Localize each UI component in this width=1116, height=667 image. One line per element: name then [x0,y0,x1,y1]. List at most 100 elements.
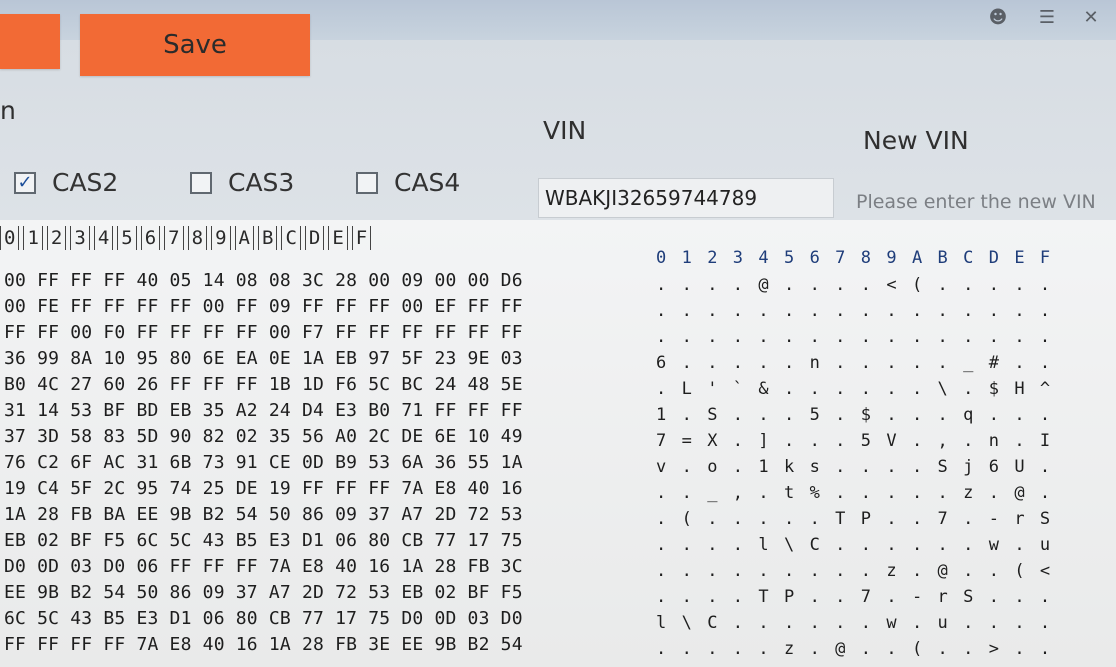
ascii-char: . [886,405,897,425]
ascii-char: . [963,561,974,581]
ascii-char: T [835,509,846,529]
ascii-column-header: D [988,248,999,268]
ascii-char: . [860,613,871,633]
checkbox-cas4[interactable]: CAS4 [356,168,460,197]
ascii-char: C [707,613,718,633]
ascii-row[interactable]: v. o. 1ks.... Sj6U. [656,454,1066,480]
checkbox-label: CAS4 [394,168,461,197]
hex-row[interactable]: 1A 28 FB BA EE 9B B2 54 50 86 09 37 A7 2… [4,502,523,528]
checkbox-cas2[interactable]: ✓ CAS2 [14,168,118,197]
ascii-column-header: 5 [783,248,795,268]
hex-row[interactable]: 36 99 8A 10 95 80 6E EA 0E 1A EB 97 5F 2… [4,346,523,372]
hex-row[interactable]: 6C 5C 43 B5 E3 D1 06 80 CB 77 17 75 D0 0… [4,606,523,632]
close-icon[interactable]: ✕ [1080,6,1102,28]
checkbox-checked-icon[interactable]: ✓ [14,171,36,194]
ascii-char: . [963,535,974,555]
ascii-char: z [886,561,897,581]
ascii-char: . [1039,457,1051,477]
action-button[interactable] [0,14,60,69]
ascii-row[interactable]: 1. S... 5. $... q... [656,402,1066,428]
vin-field[interactable] [538,178,834,218]
ascii-column-header: 3 [732,248,744,268]
hex-row[interactable]: 00 FF FF FF 40 05 14 08 08 3C 28 00 09 0… [4,268,523,294]
ascii-char: z [963,483,974,503]
ascii-char: S [1039,509,1051,529]
ascii-row[interactable]: 7 = X.]... 5 V.,. n. I [656,428,1066,454]
ascii-char: n [809,353,820,373]
ascii-column-header: 6 [809,248,820,268]
ascii-char: . [681,587,692,607]
ascii-char: S [937,457,948,477]
save-button[interactable]: Save [80,14,310,76]
hex-column-header: 9 [211,226,231,250]
ascii-char: . [886,457,897,477]
ascii-row[interactable]: ................ [656,324,1066,350]
checkbox-unchecked-icon[interactable] [190,171,212,194]
checkbox-cas3[interactable]: CAS3 [190,168,294,197]
ascii-row[interactable]: l \ C...... w. u.... [656,610,1066,636]
hex-row[interactable]: 00 FE FF FF FF FF 00 FF 09 FF FF FF 00 E… [4,294,523,320]
hex-row[interactable]: FF FF 00 F0 FF FF FF FF 00 F7 FF FF FF F… [4,320,523,346]
ascii-char: . [1039,275,1051,295]
hex-row[interactable]: 76 C2 6F AC 31 6B 73 91 CE 0D B9 53 6A 3… [4,450,523,476]
ascii-char: . [732,327,744,347]
ascii-char: . [732,431,744,451]
user-icon[interactable]: ☻ [987,6,1009,28]
ascii-char: . [809,639,820,659]
ascii-row[interactable]: . L ' ` &...... \. $ H ^ [656,376,1066,402]
new-vin-input[interactable] [852,180,1112,224]
ascii-row[interactable]: 6..... n..... _ #.. [656,350,1066,376]
hex-row[interactable]: D0 0D 03 D0 06 FF FF FF 7A E8 40 16 1A 2… [4,554,523,580]
checkbox-label: CAS2 [52,168,119,197]
ascii-char: . [937,639,948,659]
ascii-char: . [656,275,667,295]
ascii-column-header: 9 [886,248,897,268]
hex-column-header: C [281,226,301,250]
ascii-char: u [1039,535,1051,555]
ascii-char: z [783,639,795,659]
ascii-char: . [963,379,974,399]
menu-icon[interactable]: ☰ [1036,6,1058,28]
hex-row[interactable]: 37 3D 58 83 5D 90 82 02 35 56 A0 2C DE 6… [4,424,523,450]
hex-row[interactable]: B0 4C 27 60 26 FF FF FF 1B 1D F6 5C BC 2… [4,372,523,398]
ascii-char: . [1014,639,1025,659]
ascii-char: . [1014,535,1025,555]
ascii-row[interactable]: .... @.... < (..... [656,272,1066,298]
hex-row[interactable]: FF FF FF FF 7A E8 40 16 1A 28 FB 3E EE 9… [4,632,523,658]
ascii-char: . [988,561,999,581]
hex-row[interactable]: 31 14 53 BF BD EB 35 A2 24 D4 E3 B0 71 F… [4,398,523,424]
ascii-char: % [809,483,820,503]
ascii-char: . [835,483,846,503]
ascii-row[interactable]: .... l \ C...... w. u [656,532,1066,558]
ascii-char: = [681,431,692,451]
ascii-row[interactable]: ....TP..7.-rS... [656,584,1066,610]
ascii-char: . [758,405,769,425]
ascii-char: . [681,353,692,373]
hex-column-headers: 0123456789ABCDEF [0,226,372,250]
checkbox-unchecked-icon[interactable] [356,171,378,194]
ascii-char: . [758,613,769,633]
ascii-char: ( [681,509,692,529]
ascii-row[interactable]: ................ [656,298,1066,324]
ascii-row[interactable]: .(..... T P.. 7. - r S [656,506,1066,532]
ascii-row[interactable]: ..... z. @.. (.. >.. [656,636,1066,662]
ascii-char: . [783,301,795,321]
ascii-char: U [1014,457,1025,477]
ascii-row[interactable]: .. _,. t%..... z. @. [656,480,1066,506]
ascii-column-header: E [1014,248,1025,268]
ascii-char: . [911,379,923,399]
hex-row[interactable]: 19 C4 5F 2C 95 74 25 DE 19 FF FF FF 7A E… [4,476,523,502]
ascii-char: P [783,587,795,607]
new-vin-label: New VIN [863,126,969,155]
ascii-char: . [1014,327,1025,347]
hex-row[interactable]: EE 9B B2 54 50 86 09 37 A7 2D 72 53 EB 0… [4,580,523,606]
ascii-char: < [1039,561,1051,581]
ascii-char: . [835,327,846,347]
ascii-char: w [988,535,999,555]
hex-column-header: 1 [23,226,43,250]
ascii-char: . [860,327,871,347]
ascii-row[interactable]: ......... z. @.. (< [656,558,1066,584]
ascii-column-header: C [963,248,974,268]
hex-row[interactable]: EB 02 BF F5 6C 5C 43 B5 E3 D1 06 80 CB 7… [4,528,523,554]
ascii-char: 1 [758,457,769,477]
